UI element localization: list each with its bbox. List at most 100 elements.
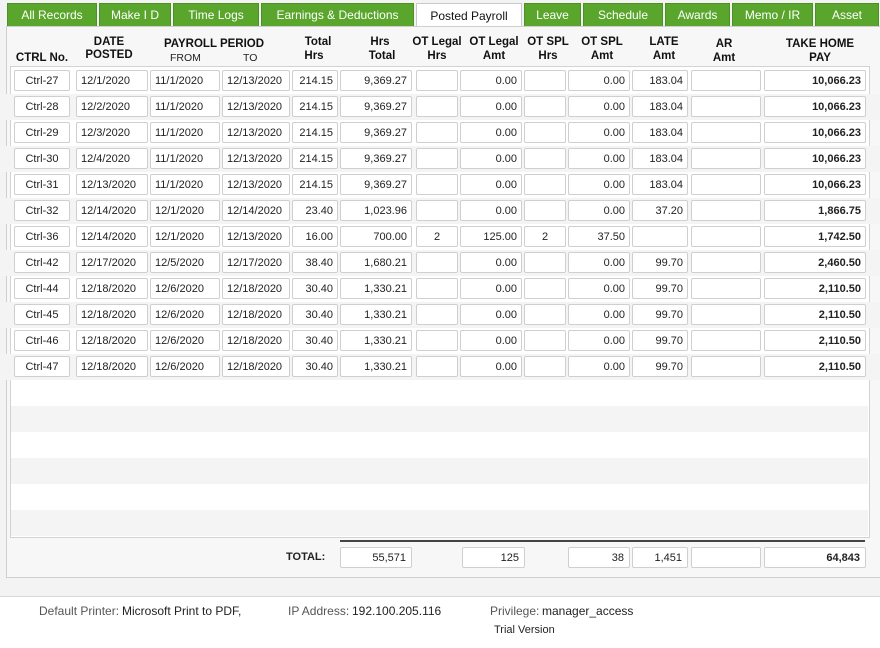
cell-date-posted: 12/1/2020: [76, 70, 148, 91]
cell-late-amt: 99.70: [632, 304, 688, 325]
cell-ot-spl-hrs: [524, 148, 566, 169]
header-take-home: TAKE HOME: [785, 38, 855, 50]
cell-late-amt: 183.04: [632, 122, 688, 143]
cell-take-home-pay: 1,742.50: [764, 226, 866, 247]
tab-schedule[interactable]: Schedule: [583, 3, 663, 26]
cell-take-home-pay: 2,110.50: [764, 278, 866, 299]
cell-take-home-pay: 2,110.50: [764, 330, 866, 351]
header-ctrl-no: CTRL No.: [15, 52, 69, 64]
cell-ctrl-no: Ctrl-46: [14, 330, 70, 351]
total-hrs-total: 55,571: [340, 547, 412, 568]
cell-date-posted: 12/18/2020: [76, 356, 148, 377]
tab-awards[interactable]: Awards: [665, 3, 730, 26]
cell-ot-legal-hrs: [416, 122, 458, 143]
cell-take-home-pay: 10,066.23: [764, 174, 866, 195]
header-ot-spl-hrs: Hrs: [538, 50, 558, 62]
header-ot-spl: OT SPL: [527, 36, 569, 48]
cell-ar-amt: [691, 304, 761, 325]
cell-late-amt: 183.04: [632, 174, 688, 195]
privilege-value: manager_access: [542, 604, 634, 618]
cell-date-posted: 12/14/2020: [76, 226, 148, 247]
cell-ctrl-no: Ctrl-28: [14, 96, 70, 117]
cell-ot-legal-amt: 0.00: [460, 304, 522, 325]
cell-total-hrs: 38.40: [292, 252, 338, 273]
header-ot-legal-amt-2: Amt: [482, 50, 506, 62]
empty-row: [11, 406, 868, 432]
table-row[interactable]: Ctrl-42 12/17/2020 12/5/2020 12/17/2020 38.4…: [0, 250, 880, 276]
tab-earnings-deductions[interactable]: Earnings & Deductions: [261, 3, 414, 26]
cell-ot-legal-hrs: [416, 252, 458, 273]
cell-ot-spl-hrs: [524, 96, 566, 117]
cell-period-from: 12/6/2020: [150, 356, 220, 377]
table-row[interactable]: Ctrl-47 12/18/2020 12/6/2020 12/18/2020 30.4…: [0, 354, 880, 380]
header-late: LATE: [649, 36, 679, 48]
cell-ot-legal-hrs: 2: [416, 226, 458, 247]
cell-date-posted: 12/13/2020: [76, 174, 148, 195]
cell-ot-legal-hrs: [416, 148, 458, 169]
empty-row: [11, 484, 868, 510]
cell-ot-spl-amt: 0.00: [568, 148, 630, 169]
cell-ot-spl-hrs: 2: [524, 226, 566, 247]
cell-ar-amt: [691, 174, 761, 195]
cell-ctrl-no: Ctrl-47: [14, 356, 70, 377]
cell-ot-legal-hrs: [416, 70, 458, 91]
header-ot-spl-amt-2: Amt: [590, 50, 614, 62]
cell-total-hrs: 23.40: [292, 200, 338, 221]
table-row[interactable]: Ctrl-36 12/14/2020 12/1/2020 12/13/2020 16.0…: [0, 224, 880, 250]
cell-ot-spl-amt: 0.00: [568, 96, 630, 117]
cell-period-from: 11/1/2020: [150, 148, 220, 169]
cell-period-from: 12/6/2020: [150, 330, 220, 351]
cell-take-home-pay: 10,066.23: [764, 148, 866, 169]
cell-hrs-total: 1,330.21: [340, 278, 412, 299]
header-date: DATE: [93, 36, 125, 48]
table-row[interactable]: Ctrl-29 12/3/2020 11/1/2020 12/13/2020 214.1…: [0, 120, 880, 146]
cell-ar-amt: [691, 148, 761, 169]
cell-ot-legal-hrs: [416, 96, 458, 117]
cell-hrs-total: 9,369.27: [340, 174, 412, 195]
cell-late-amt: 99.70: [632, 252, 688, 273]
total-ar-amt: [691, 547, 761, 568]
cell-ot-spl-amt: 0.00: [568, 122, 630, 143]
header-posted: POSTED: [85, 49, 133, 61]
tab-asset[interactable]: Asset: [815, 3, 879, 26]
table-row[interactable]: Ctrl-32 12/14/2020 12/1/2020 12/14/2020 23.4…: [0, 198, 880, 224]
cell-total-hrs: 16.00: [292, 226, 338, 247]
table-row[interactable]: Ctrl-44 12/18/2020 12/6/2020 12/18/2020 30.4…: [0, 276, 880, 302]
cell-ar-amt: [691, 96, 761, 117]
cell-take-home-pay: 2,110.50: [764, 356, 866, 377]
tab-time-logs[interactable]: Time Logs: [173, 3, 259, 26]
cell-period-from: 12/1/2020: [150, 200, 220, 221]
header-ot-legal-hrs: Hrs: [427, 50, 447, 62]
total-divider: [340, 540, 865, 542]
printer-label: Default Printer:: [39, 604, 120, 618]
tab-all-records[interactable]: All Records: [7, 3, 97, 26]
tab-leave[interactable]: Leave: [524, 3, 581, 26]
table-row[interactable]: Ctrl-45 12/18/2020 12/6/2020 12/18/2020 30.4…: [0, 302, 880, 328]
cell-ot-spl-hrs: [524, 122, 566, 143]
table-row[interactable]: Ctrl-31 12/13/2020 11/1/2020 12/13/2020 214.…: [0, 172, 880, 198]
cell-hrs-total: 9,369.27: [340, 148, 412, 169]
trial-version-label: Trial Version: [494, 624, 555, 636]
cell-ot-spl-hrs: [524, 252, 566, 273]
cell-date-posted: 12/14/2020: [76, 200, 148, 221]
tab-posted-payroll[interactable]: Posted Payroll: [416, 3, 522, 27]
cell-ot-legal-amt: 0.00: [460, 148, 522, 169]
table-row[interactable]: Ctrl-28 12/2/2020 11/1/2020 12/13/2020 214.1…: [0, 94, 880, 120]
cell-date-posted: 12/4/2020: [76, 148, 148, 169]
tab-make-id[interactable]: Make I D: [99, 3, 171, 26]
cell-period-to: 12/18/2020: [222, 330, 290, 351]
cell-take-home-pay: 2,460.50: [764, 252, 866, 273]
cell-period-from: 12/5/2020: [150, 252, 220, 273]
tab-memo-ir[interactable]: Memo / IR: [732, 3, 813, 26]
cell-ctrl-no: Ctrl-36: [14, 226, 70, 247]
table-row[interactable]: Ctrl-27 12/1/2020 11/1/2020 12/13/2020 214.1…: [0, 68, 880, 94]
cell-period-to: 12/18/2020: [222, 278, 290, 299]
cell-hrs-total: 1,680.21: [340, 252, 412, 273]
table-row[interactable]: Ctrl-30 12/4/2020 11/1/2020 12/13/2020 214.1…: [0, 146, 880, 172]
cell-ot-legal-amt: 0.00: [460, 330, 522, 351]
cell-ar-amt: [691, 122, 761, 143]
cell-ot-spl-amt: 0.00: [568, 252, 630, 273]
cell-take-home-pay: 10,066.23: [764, 96, 866, 117]
table-row[interactable]: Ctrl-46 12/18/2020 12/6/2020 12/18/2020 30.4…: [0, 328, 880, 354]
cell-ot-legal-amt: 0.00: [460, 70, 522, 91]
